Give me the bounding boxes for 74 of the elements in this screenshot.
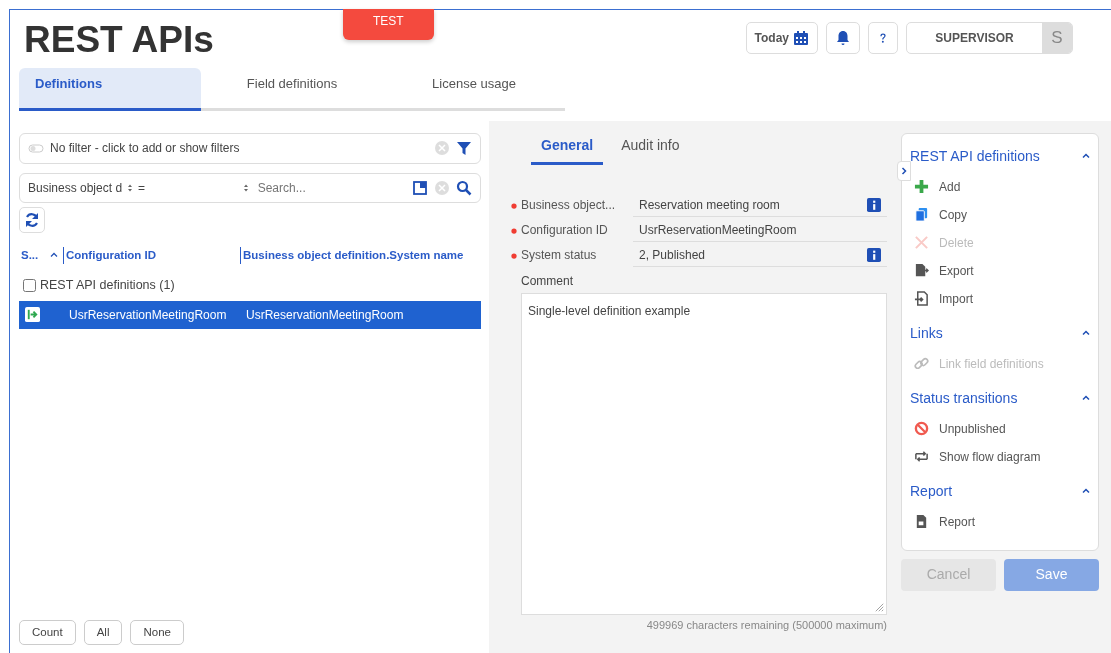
field-label: Business object... — [521, 197, 617, 214]
chevron-up-icon[interactable] — [1082, 152, 1090, 160]
column-header[interactable]: Configuration ID — [63, 246, 240, 264]
chevron-right-icon — [900, 167, 908, 175]
section-title: REST API definitions — [910, 146, 1040, 166]
flow-icon — [914, 449, 929, 464]
chevron-up-icon[interactable] — [1082, 329, 1090, 337]
action-item[interactable]: Unpublished — [910, 414, 1010, 443]
table-cell-text: UsrReservationMeetingRoom — [246, 306, 404, 324]
action-item[interactable]: Show flow diagram — [910, 442, 1045, 471]
refresh-icon — [24, 211, 40, 228]
tab[interactable]: Audit info — [611, 130, 690, 165]
import-icon — [914, 291, 929, 306]
column-header[interactable]: S... — [21, 246, 39, 264]
info-icon[interactable] — [867, 247, 881, 262]
field-label: System status — [521, 247, 598, 264]
chevron-up-icon[interactable] — [1082, 394, 1090, 402]
table-cell-text: UsrReservationMeetingRoom — [69, 306, 228, 324]
copy-icon — [914, 207, 929, 222]
group-checkbox[interactable] — [23, 278, 36, 292]
info-icon[interactable] — [867, 197, 881, 212]
tab[interactable]: Field definitions — [201, 68, 383, 111]
calendar-icon — [793, 30, 809, 46]
user-name: SUPERVISOR — [934, 30, 1015, 47]
list-button[interactable]: Count — [19, 619, 76, 645]
table-row[interactable]: UsrReservationMeetingRoom UsrReservationMeetingRoom — [19, 300, 481, 329]
refresh-button[interactable] — [19, 206, 45, 233]
action-item[interactable]: Add — [910, 172, 965, 201]
blocked-icon — [914, 421, 929, 436]
field-value-text: 2, Published — [639, 246, 706, 264]
bell-icon — [835, 30, 851, 46]
action-item[interactable]: Report — [910, 507, 980, 536]
search-operator[interactable]: = — [138, 178, 146, 197]
chevron-up-icon[interactable] — [1082, 487, 1090, 495]
search-icon[interactable] — [456, 179, 472, 196]
open-record-icon[interactable] — [25, 307, 40, 322]
list-button[interactable]: All — [83, 619, 123, 645]
link-icon — [914, 356, 929, 371]
page-title: REST APIs — [24, 18, 214, 62]
filter-icon[interactable] — [456, 140, 472, 156]
environment-badge: TEST — [343, 9, 434, 40]
comment-label: Comment — [521, 272, 574, 290]
character-counter: 499969 characters remaining (500000 maximum) — [645, 617, 887, 633]
filter-bar[interactable]: No filter - click to add or show filters — [19, 132, 481, 164]
plus-icon — [914, 179, 929, 194]
expand-button[interactable] — [897, 161, 911, 181]
close-icon — [914, 235, 929, 250]
comment-text: Single-level definition example — [528, 303, 691, 318]
user-menu[interactable]: SUPERVISOR S — [906, 22, 1073, 54]
list-button[interactable]: None — [130, 619, 184, 645]
section-title: Status transitions — [910, 388, 1018, 408]
action-item[interactable]: Copy — [910, 200, 971, 229]
field-label: Configuration ID — [521, 222, 609, 239]
field-value-text: UsrReservationMeetingRoom — [639, 221, 797, 239]
tab[interactable]: Definitions — [19, 68, 201, 111]
action-item[interactable]: Export — [910, 256, 978, 285]
tab[interactable]: General — [531, 130, 604, 165]
action-item[interactable]: Import — [910, 284, 977, 313]
field-value-text: Reservation meeting room — [639, 196, 780, 214]
tab[interactable]: License usage — [383, 68, 565, 111]
user-avatar: S — [1042, 23, 1072, 53]
comment-field[interactable]: Single-level definition example — [521, 292, 887, 615]
column-header[interactable]: Business object definition.System name — [240, 246, 464, 264]
window-icon[interactable] — [412, 179, 428, 196]
export-icon — [914, 263, 929, 278]
filter-placeholder: No filter - click to add or show filters — [50, 140, 241, 157]
sort-ascending-icon — [50, 251, 59, 260]
document-icon — [914, 514, 929, 529]
search-field-select[interactable]: Business object d — [28, 178, 123, 197]
today-button[interactable]: Today — [745, 22, 818, 54]
section-title: Report — [910, 481, 953, 501]
notifications-button[interactable] — [826, 22, 860, 54]
section-title: Links — [910, 323, 943, 343]
group-label: REST API definitions (1) — [40, 276, 175, 294]
